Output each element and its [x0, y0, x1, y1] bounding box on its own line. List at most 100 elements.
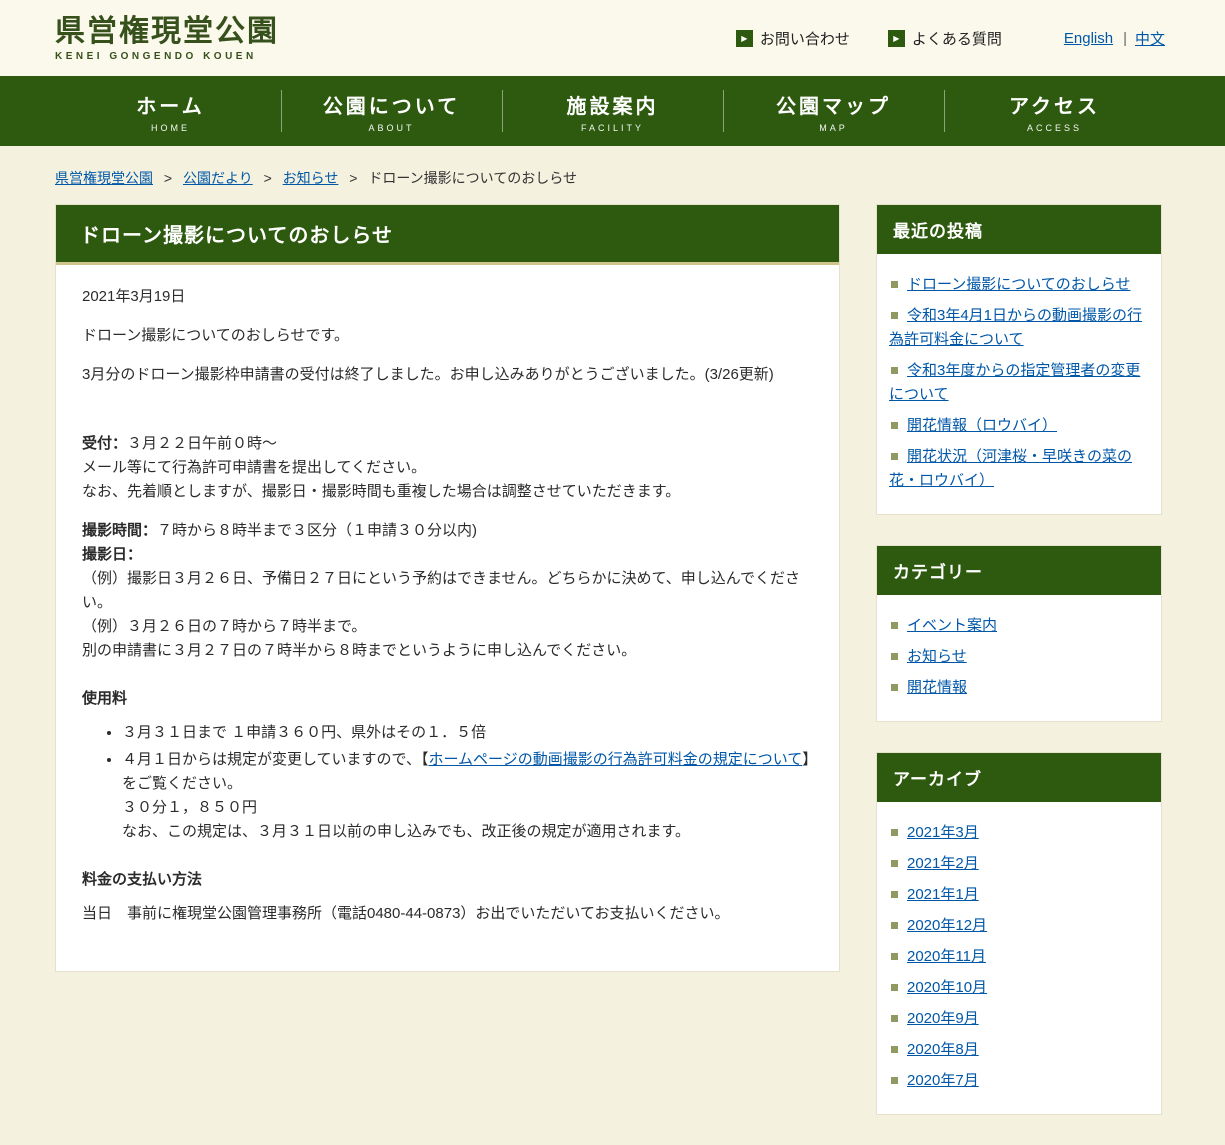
sidebar: 最近の投稿 ドローン撮影についてのおしらせ 令和3年4月1日からの動画撮影の行為… [876, 204, 1162, 1145]
categories-list: イベント案内 お知らせ 開花情報 [877, 595, 1161, 721]
nav-item[interactable]: 公園マップ MAP [723, 76, 944, 146]
archive-link[interactable]: 2020年11月 [907, 948, 986, 965]
square-bullet-icon [891, 367, 898, 374]
article-date: 2021年3月19日 [82, 285, 813, 309]
breadcrumb-home[interactable]: 県営権現堂公園 [55, 170, 153, 186]
archive-item: 2021年1月 [889, 883, 1149, 907]
fee-item-text: ３月３１日まで １申請３６０円、県外はその１．５倍 [122, 724, 486, 741]
category-link[interactable]: イベント案内 [907, 617, 997, 634]
category-link[interactable]: 開花情報 [907, 679, 967, 696]
nav-item-label: 施設案内 [567, 90, 659, 119]
recent-post-link[interactable]: ドローン撮影についてのおしらせ [907, 276, 1131, 293]
reception-text: ３月２２日午前０時～ [127, 435, 277, 452]
categories-title: カテゴリー [877, 546, 1161, 595]
arrow-right-icon: ▶ [888, 30, 905, 47]
archive-item: 2020年11月 [889, 945, 1149, 969]
two-column-layout: ドローン撮影についてのおしらせ 2021年3月19日 ドローン撮影についてのおし… [55, 204, 1162, 1145]
breadcrumb-section[interactable]: 公園だより [183, 170, 253, 186]
faq-label: よくある質問 [912, 28, 1002, 49]
recent-post-item: 開花情報（ロウバイ） [889, 414, 1149, 438]
shooting-date-label: 撮影日： [82, 546, 142, 563]
square-bullet-icon [891, 1046, 898, 1053]
reception-line: メール等にて行為許可申請書を提出してください。 [82, 459, 426, 476]
main-nav: ホーム HOME 公園について ABOUT 施設案内 FACILITY 公園マッ… [0, 76, 1225, 146]
category-item: イベント案内 [889, 614, 1149, 638]
language-separator: | [1123, 30, 1127, 47]
site-subtitle: KENEI GONGENDO KOUEN [55, 51, 279, 62]
square-bullet-icon [891, 312, 898, 319]
archive-link[interactable]: 2021年3月 [907, 824, 979, 841]
reception-line: なお、先着順としますが、撮影日・撮影時間も重複した場合は調整させていただきます。 [82, 483, 680, 500]
nav-item-sublabel: ABOUT [368, 123, 414, 133]
recent-posts-list: ドローン撮影についてのおしらせ 令和3年4月1日からの動画撮影の行為許可料金につ… [877, 254, 1161, 514]
square-bullet-icon [891, 922, 898, 929]
recent-post-link[interactable]: 開花情報（ロウバイ） [907, 417, 1057, 434]
square-bullet-icon [891, 1077, 898, 1084]
archive-item: 2021年2月 [889, 852, 1149, 876]
nav-item-sublabel: FACILITY [581, 123, 644, 133]
nav-item-label: 公園マップ [776, 90, 891, 119]
breadcrumb-separator: > [264, 170, 272, 186]
archive-link[interactable]: 2020年8月 [907, 1041, 979, 1058]
faq-link[interactable]: ▶ よくある質問 [888, 28, 1002, 49]
fee-item-text: ３０分１，８５０円 [122, 799, 257, 816]
archive-item: 2020年10月 [889, 976, 1149, 1000]
category-item: お知らせ [889, 645, 1149, 669]
reception-paragraph: 受付：３月２２日午前０時～ メール等にて行為許可申請書を提出してください。 なお… [82, 432, 813, 504]
nav-item[interactable]: 施設案内 FACILITY [502, 76, 723, 146]
payment-text: 当日 事前に権現堂公園管理事務所（電話0480-44-0873）お出でいただいて… [82, 902, 813, 926]
nav-item-sublabel: MAP [819, 123, 848, 133]
nav-item[interactable]: 公園について ABOUT [281, 76, 502, 146]
shooting-line: 別の申請書に３月２７日の７時半から８時までというように申し込んでください。 [82, 642, 636, 659]
shooting-time-label: 撮影時間： [82, 522, 157, 539]
nav-item-label: 公園について [323, 90, 460, 119]
article-title: ドローン撮影についてのおしらせ [80, 219, 815, 248]
chinese-link[interactable]: 中文 [1135, 28, 1165, 49]
archive-link[interactable]: 2020年12月 [907, 917, 987, 934]
archive-link[interactable]: 2020年9月 [907, 1010, 979, 1027]
fee-item-text: なお、この規定は、３月３１日以前の申し込みでも、改正後の規定が適用されます。 [122, 823, 690, 840]
english-link[interactable]: English [1064, 30, 1113, 47]
site-header: 県営権現堂公園 KENEI GONGENDO KOUEN ▶ お問い合わせ ▶ … [0, 0, 1225, 76]
category-link[interactable]: お知らせ [907, 648, 967, 665]
shooting-paragraph: 撮影時間：７時から８時半まで３区分（１申請３０分以内) 撮影日： （例）撮影日３… [82, 519, 813, 663]
square-bullet-icon [891, 422, 898, 429]
archive-link[interactable]: 2020年7月 [907, 1072, 979, 1089]
site-logo[interactable]: 県営権現堂公園 KENEI GONGENDO KOUEN [55, 15, 279, 62]
contact-label: お問い合わせ [760, 28, 850, 49]
contact-link[interactable]: ▶ お問い合わせ [736, 28, 850, 49]
archive-link[interactable]: 2021年1月 [907, 886, 979, 903]
payment-heading: 料金の支払い方法 [82, 868, 813, 892]
content-area: 県営権現堂公園 > 公園だより > お知らせ > ドローン撮影についてのおしらせ… [0, 168, 1225, 1145]
square-bullet-icon [891, 860, 898, 867]
recent-post-link[interactable]: 令和3年度からの指定管理者の変更について [889, 362, 1140, 403]
spacer [82, 402, 813, 432]
archive-item: 2020年12月 [889, 914, 1149, 938]
article: ドローン撮影についてのおしらせ 2021年3月19日 ドローン撮影についてのおし… [55, 204, 840, 972]
archive-item: 2020年9月 [889, 1007, 1149, 1031]
article-paragraph: ドローン撮影についてのおしらせです。 [82, 324, 813, 348]
recent-posts-title: 最近の投稿 [877, 205, 1161, 254]
square-bullet-icon [891, 684, 898, 691]
nav-item[interactable]: アクセス ACCESS [944, 76, 1165, 146]
archive-link[interactable]: 2020年10月 [907, 979, 987, 996]
recent-post-item: 開花状況（河津桜・早咲きの菜の花・ロウバイ） [889, 445, 1149, 493]
breadcrumb: 県営権現堂公園 > 公園だより > お知らせ > ドローン撮影についてのおしらせ [55, 168, 1162, 188]
recent-post-item: 令和3年4月1日からの動画撮影の行為許可料金について [889, 304, 1149, 352]
page: 県営権現堂公園 KENEI GONGENDO KOUEN ▶ お問い合わせ ▶ … [0, 0, 1225, 1145]
shooting-time-text: ７時から８時半まで３区分（１申請３０分以内) [157, 522, 477, 539]
breadcrumb-subsection[interactable]: お知らせ [283, 170, 339, 186]
article-title-bar: ドローン撮影についてのおしらせ [56, 205, 839, 265]
nav-item[interactable]: ホーム HOME [60, 76, 281, 146]
article-body: 2021年3月19日 ドローン撮影についてのおしらせです。 3月分のドローン撮影… [56, 265, 839, 971]
shooting-line: （例）３月２６日の７時から７時半まで。 [82, 618, 366, 635]
archive-link[interactable]: 2021年2月 [907, 855, 979, 872]
archive-box: アーカイブ 2021年3月 2021年2月 2021年1月 2020年12月 2… [876, 752, 1162, 1115]
shooting-line: （例）撮影日３月２６日、予備日２７日にという予約はできません。どちらかに決めて、… [82, 570, 800, 611]
recent-post-link[interactable]: 令和3年4月1日からの動画撮影の行為許可料金について [889, 307, 1142, 348]
recent-post-link[interactable]: 開花状況（河津桜・早咲きの菜の花・ロウバイ） [889, 448, 1132, 489]
article-paragraph: 3月分のドローン撮影枠申請書の受付は終了しました。お申し込みありがとうございまし… [82, 363, 813, 387]
nav-item-label: ホーム [136, 90, 204, 119]
recent-post-item: 令和3年度からの指定管理者の変更について [889, 359, 1149, 407]
fee-regulation-link[interactable]: ホームページの動画撮影の行為許可料金の規定について [428, 751, 802, 768]
